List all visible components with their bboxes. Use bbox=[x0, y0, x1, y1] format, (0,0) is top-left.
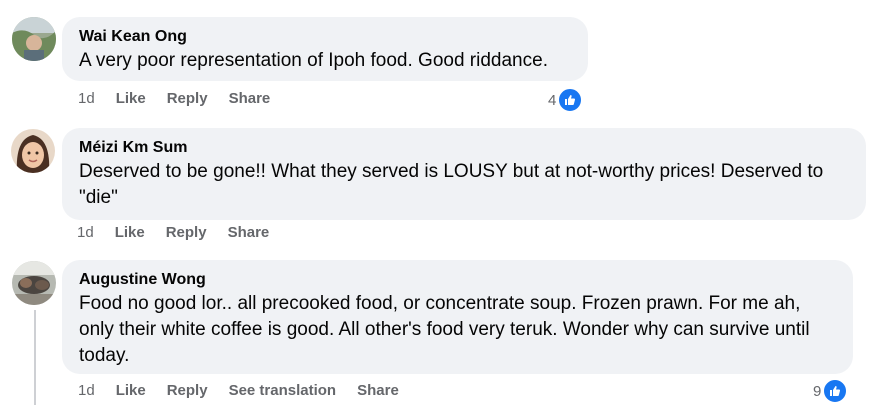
comment-actions: 1d Like Reply See translation Share bbox=[78, 382, 420, 399]
avatar[interactable] bbox=[11, 129, 55, 173]
avatar-photo-icon bbox=[11, 129, 55, 173]
comment-timestamp[interactable]: 1d bbox=[77, 224, 94, 241]
reaction-summary[interactable]: 4 bbox=[548, 87, 584, 113]
comment-text-line: only their white coffee is good. All oth… bbox=[79, 319, 810, 340]
reply-button[interactable]: Reply bbox=[167, 382, 208, 399]
avatar[interactable] bbox=[12, 17, 56, 61]
comment-text-line: Food no good lor.. all precooked food, o… bbox=[79, 293, 801, 314]
comment-actions: 1d Like Reply Share bbox=[78, 90, 291, 107]
comment-timestamp[interactable]: 1d bbox=[78, 90, 95, 107]
see-translation-button[interactable]: See translation bbox=[229, 382, 337, 399]
comment-text-line: "die" bbox=[79, 187, 118, 208]
avatar-photo-icon bbox=[12, 17, 56, 61]
like-reaction-icon bbox=[557, 87, 584, 113]
comment-author[interactable]: Wai Kean Ong bbox=[79, 27, 570, 47]
comment-author[interactable]: Méizi Km Sum bbox=[79, 138, 848, 158]
like-button[interactable]: Like bbox=[115, 224, 145, 241]
comment-actions: 1d Like Reply Share bbox=[77, 224, 290, 241]
reply-button[interactable]: Reply bbox=[167, 90, 208, 107]
like-button[interactable]: Like bbox=[116, 382, 146, 399]
like-reaction-icon bbox=[822, 378, 849, 404]
like-button[interactable]: Like bbox=[116, 90, 146, 107]
comment-author[interactable]: Augustine Wong bbox=[79, 270, 835, 290]
avatar[interactable] bbox=[12, 261, 56, 305]
comment-text: A very poor representation of Ipoh food.… bbox=[79, 50, 548, 71]
comment-bubble: Augustine Wong Food no good lor.. all pr… bbox=[62, 260, 853, 374]
comment-bubble: Wai Kean Ong A very poor representation … bbox=[62, 17, 588, 81]
reaction-summary[interactable]: 9 bbox=[813, 378, 849, 404]
share-button[interactable]: Share bbox=[228, 224, 270, 241]
avatar-photo-icon bbox=[12, 261, 56, 305]
thread-line bbox=[34, 310, 36, 405]
comment-bubble: Méizi Km Sum Deserved to be gone!! What … bbox=[62, 128, 866, 220]
comment-text-line: today. bbox=[79, 345, 130, 366]
comment-timestamp[interactable]: 1d bbox=[78, 382, 95, 399]
share-button[interactable]: Share bbox=[229, 90, 271, 107]
reply-button[interactable]: Reply bbox=[166, 224, 207, 241]
share-button[interactable]: Share bbox=[357, 382, 399, 399]
reaction-count: 9 bbox=[813, 382, 822, 400]
reaction-count: 4 bbox=[548, 91, 557, 109]
comment-text-line: Deserved to be gone!! What they served i… bbox=[79, 161, 824, 182]
